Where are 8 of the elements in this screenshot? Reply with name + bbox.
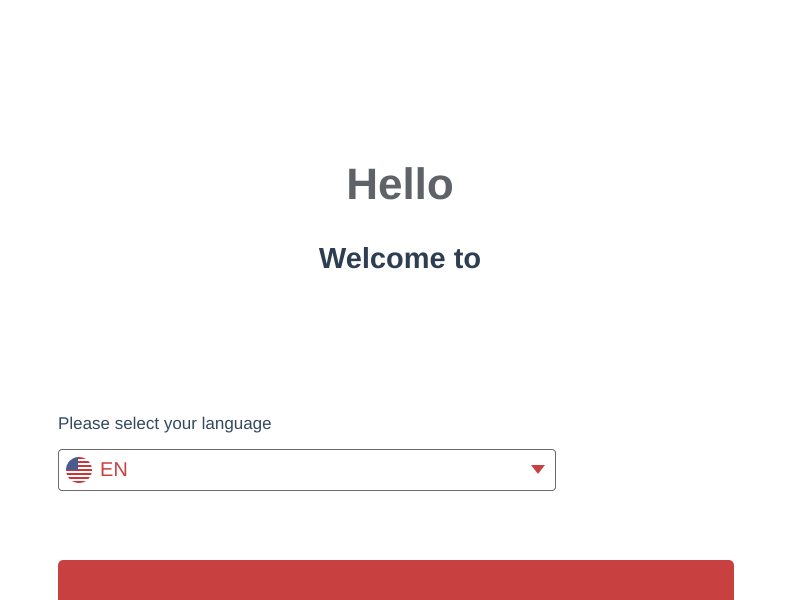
- language-select[interactable]: EN: [58, 448, 556, 491]
- language-value: EN: [100, 458, 128, 483]
- welcome-heading: Welcome to: [318, 242, 482, 278]
- greeting-heading: Hello: [346, 159, 454, 212]
- flag-icon: [66, 456, 92, 483]
- continue-button[interactable]: [58, 560, 734, 600]
- dropdown-caret-icon: [531, 465, 545, 474]
- language-label: Please select your language: [58, 412, 273, 435]
